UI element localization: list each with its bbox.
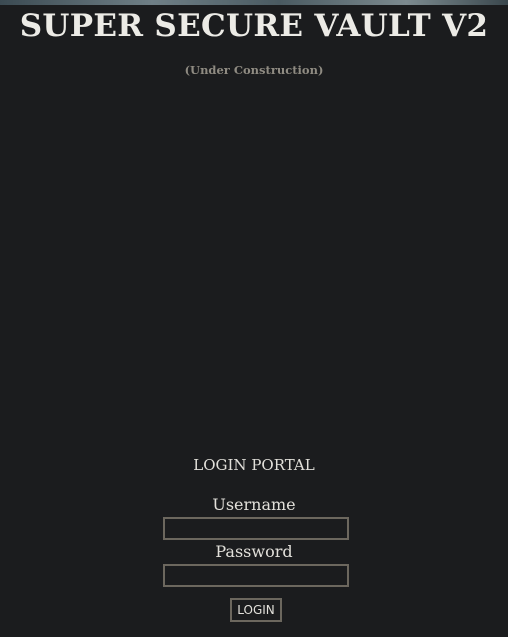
username-input[interactable] [163,517,349,540]
password-label: Password [215,542,293,561]
top-banner-strip [0,0,508,5]
page-subtitle: (Under Construction) [184,63,324,77]
username-label: Username [212,495,296,514]
login-portal-heading: LOGIN PORTAL [193,456,315,474]
login-button[interactable]: LOGIN [230,598,282,622]
page-title: SUPER SECURE VAULT V2 [19,8,489,44]
password-input[interactable] [163,564,349,587]
